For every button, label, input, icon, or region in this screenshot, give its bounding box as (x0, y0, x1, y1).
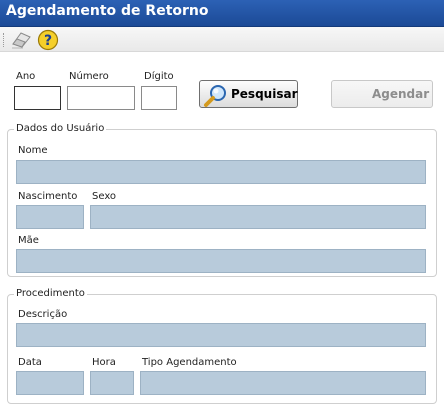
nascimento-label: Nascimento (18, 191, 78, 202)
toolbar-grip (3, 33, 7, 47)
ano-label: Ano (16, 71, 36, 82)
help-icon[interactable]: ? (37, 29, 59, 51)
descricao-field[interactable] (16, 323, 426, 347)
toolbar: ? (0, 27, 444, 52)
sexo-field[interactable] (90, 205, 426, 229)
digito-label: Dígito (144, 71, 174, 82)
search-button-label: Pesquisar (231, 87, 298, 101)
schedule-button-label: Agendar (372, 87, 430, 101)
search-button[interactable]: Pesquisar (199, 80, 298, 108)
data-label: Data (18, 357, 42, 368)
eraser-icon[interactable] (10, 29, 32, 49)
tipo-agendamento-label: Tipo Agendamento (142, 357, 237, 368)
help-glyph: ? (44, 33, 52, 49)
window-titlebar: Agendamento de Retorno (0, 0, 444, 27)
descricao-label: Descrição (18, 309, 68, 320)
ano-input[interactable] (14, 86, 61, 110)
nascimento-field[interactable] (16, 205, 84, 229)
numero-input[interactable] (67, 86, 135, 110)
procedure-legend: Procedimento (14, 288, 87, 299)
mae-label: Mãe (18, 235, 39, 246)
numero-label: Número (69, 71, 109, 82)
window-title: Agendamento de Retorno (6, 3, 209, 19)
hora-label: Hora (92, 357, 116, 368)
user-data-legend: Dados do Usuário (14, 123, 107, 134)
nome-field[interactable] (16, 160, 426, 184)
tipo-agendamento-field[interactable] (140, 371, 426, 395)
data-field[interactable] (16, 371, 84, 395)
magnifier-icon (203, 83, 229, 107)
schedule-button[interactable]: Agendar (331, 80, 433, 108)
mae-field[interactable] (16, 249, 426, 273)
hora-field[interactable] (90, 371, 134, 395)
digito-input[interactable] (141, 86, 177, 110)
sexo-label: Sexo (92, 191, 117, 202)
nome-label: Nome (18, 145, 48, 156)
